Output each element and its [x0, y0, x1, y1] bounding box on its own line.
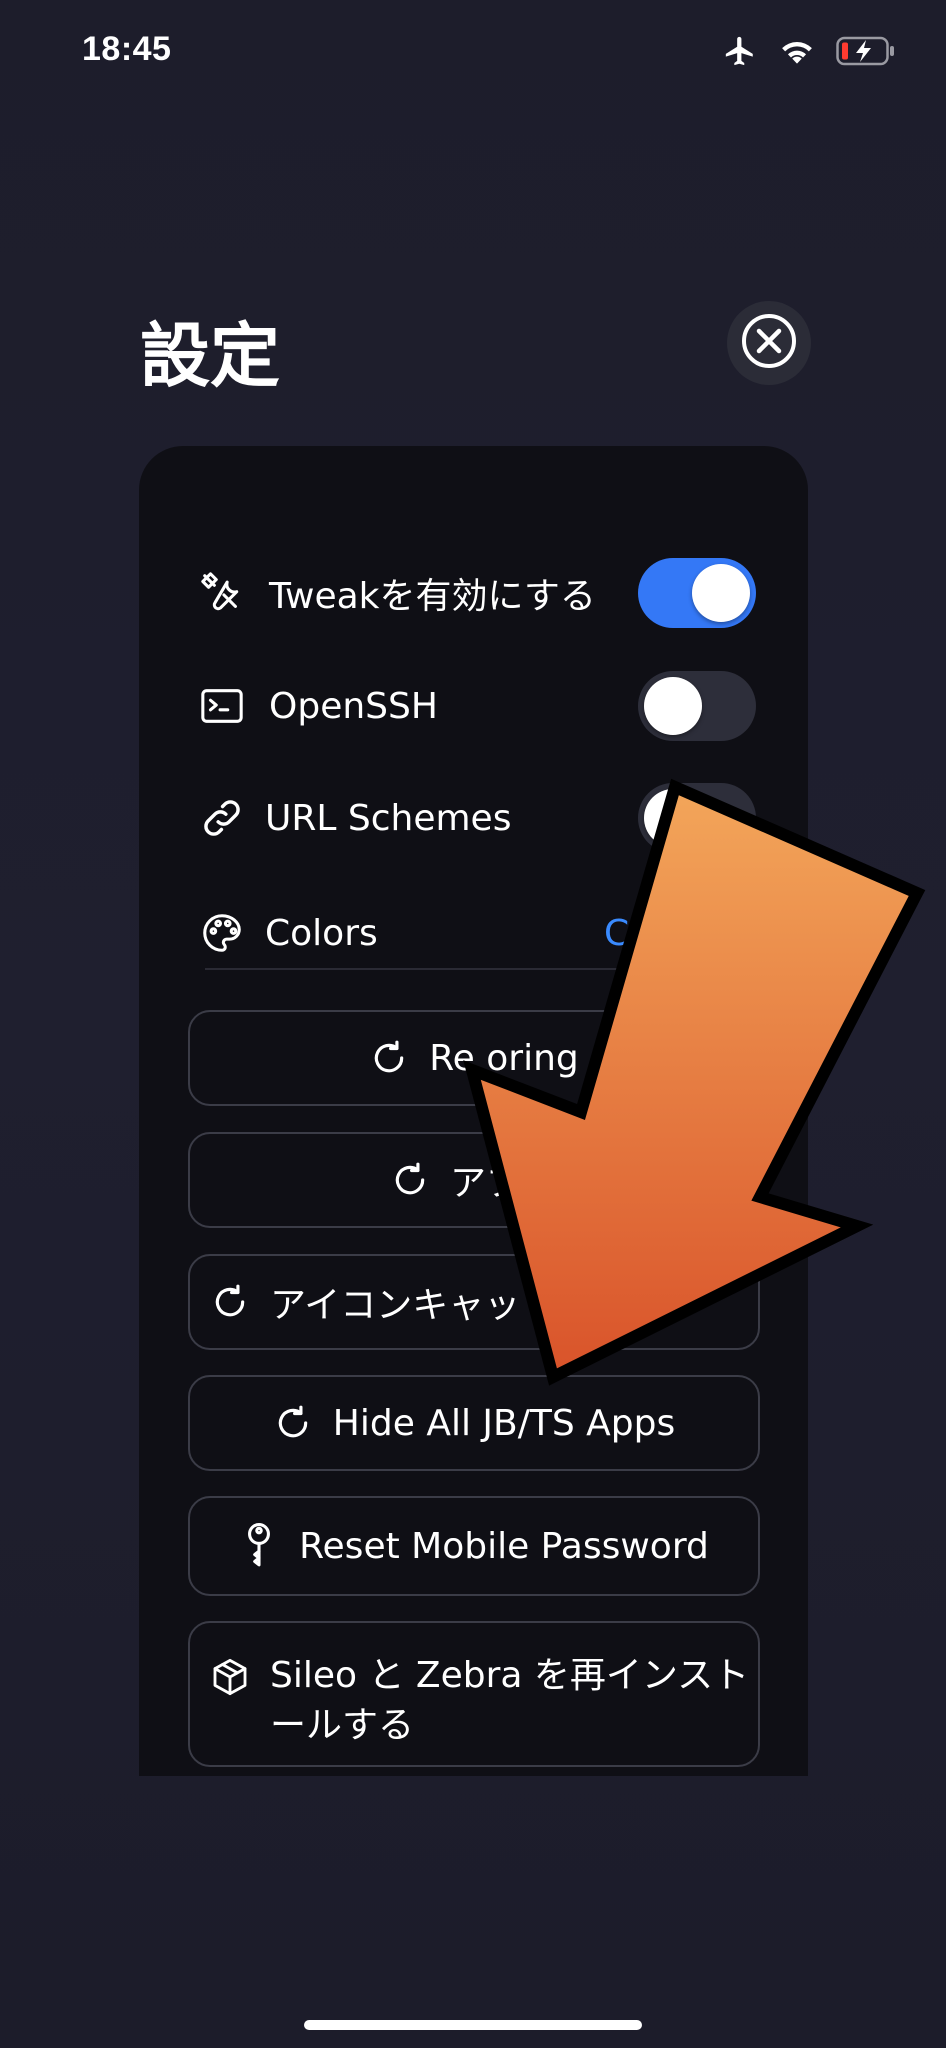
link-icon [199, 795, 245, 841]
url-schemes-label: URL Schemes [265, 797, 512, 839]
refresh-icon [273, 1403, 313, 1443]
app-refresh-label: アプリ [449, 1163, 558, 1204]
icon-cache-button[interactable]: アイコンキャッ [188, 1254, 760, 1350]
reset-mobile-password-label: Reset Mobile Password [299, 1525, 709, 1567]
openssh-label: OpenSSH [269, 685, 438, 727]
url-schemes-toggle[interactable] [638, 783, 756, 853]
reinstall-sileo-zebra-button[interactable]: Sileo と Zebra を再インストールする [188, 1621, 760, 1767]
refresh-icon [369, 1038, 409, 1078]
reinstall-sileo-zebra-label: Sileo と Zebra を再インストールする [270, 1655, 750, 1746]
tweak-enable-row: Tweakを有効にする [139, 538, 808, 648]
wifi-icon [778, 36, 816, 71]
status-time: 18:45 [82, 30, 172, 68]
tweak-enable-toggle[interactable] [638, 558, 756, 628]
close-button[interactable] [727, 301, 811, 385]
divider [205, 968, 745, 970]
close-icon [739, 311, 799, 376]
hide-all-apps-label: Hide All JB/TS Apps [332, 1402, 676, 1444]
icon-cache-label: アイコンキャッ [270, 1285, 521, 1326]
settings-panel: Tweakを有効にする OpenSSH URL Schemes Colors C… [139, 446, 808, 1776]
reset-mobile-password-button[interactable]: Reset Mobile Password [188, 1496, 760, 1596]
tools-icon [199, 570, 245, 616]
respring-button[interactable]: Re oring [188, 1010, 760, 1106]
status-icons [722, 34, 896, 73]
status-bar: 18:45 [0, 0, 946, 110]
terminal-icon [199, 683, 245, 729]
home-indicator[interactable] [304, 2020, 642, 2030]
tweak-enable-label: Tweakを有効にする [269, 576, 596, 617]
app-refresh-button[interactable]: アプリ [188, 1132, 760, 1228]
colors-value[interactable]: Co [604, 913, 651, 954]
palette-icon [199, 910, 245, 956]
hide-all-apps-button[interactable]: Hide All JB/TS Apps [188, 1375, 760, 1471]
url-schemes-row: URL Schemes [139, 763, 808, 873]
openssh-toggle[interactable] [638, 671, 756, 741]
toggle-knob [644, 677, 702, 735]
refresh-icon [210, 1282, 250, 1322]
toggle-knob [692, 564, 750, 622]
airplane-icon [722, 34, 758, 73]
battery-charging-icon [836, 36, 896, 71]
colors-row[interactable]: Colors Co [139, 878, 808, 988]
openssh-row: OpenSSH [139, 651, 808, 761]
page-title: 設定 [140, 315, 280, 397]
key-icon [239, 1523, 279, 1567]
colors-label: Colors [265, 912, 378, 954]
refresh-icon [390, 1160, 430, 1200]
box-icon [210, 1657, 250, 1697]
respring-label: Re oring [429, 1037, 579, 1079]
toggle-knob [644, 789, 702, 847]
